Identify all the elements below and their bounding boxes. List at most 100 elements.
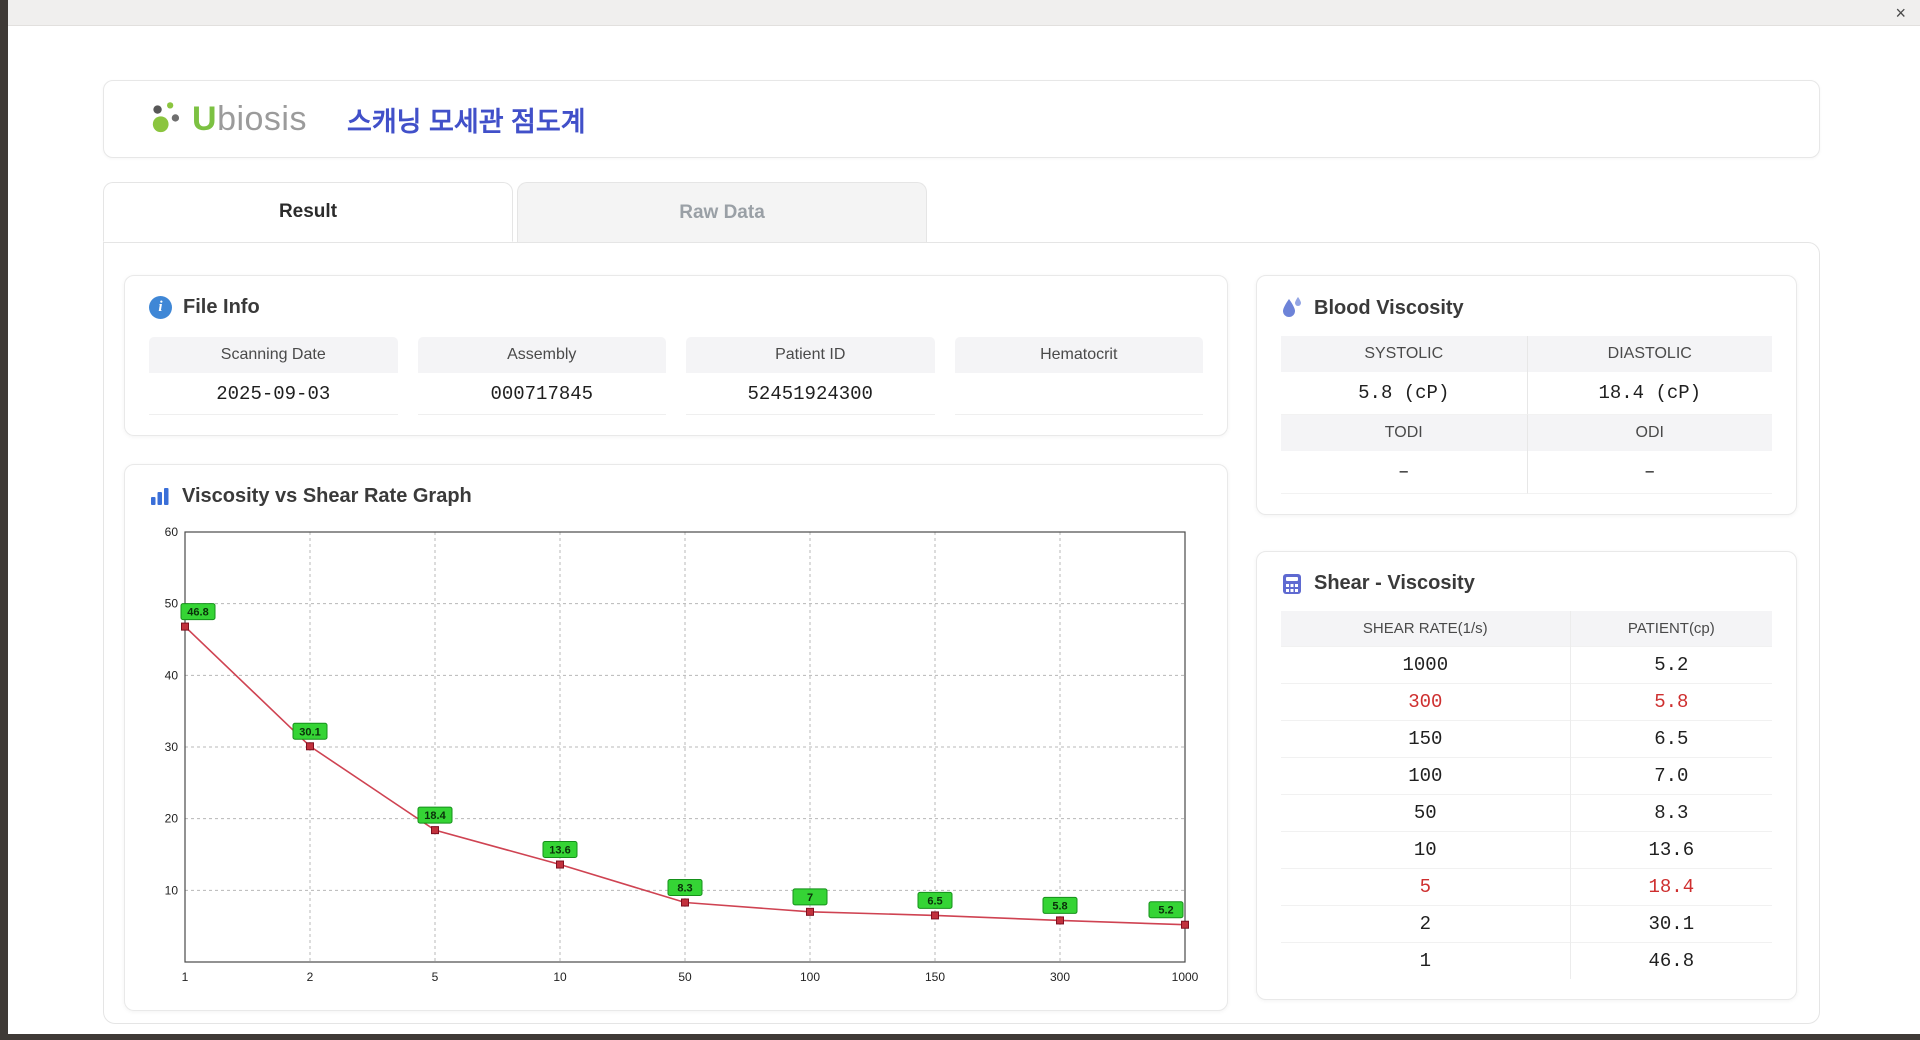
col-shear-rate: SHEAR RATE(1/s) [1281, 611, 1571, 647]
info-icon: i [149, 296, 172, 319]
ubiosis-logo: Ubiosis [146, 98, 307, 140]
bv-header-systolic: SYSTOLIC [1281, 336, 1527, 372]
y-tick-label: 20 [165, 812, 179, 826]
right-column: Blood Viscosity SYSTOLIC DIASTOLIC 5.8 (cP… [1256, 275, 1797, 1011]
field-label: Patient ID [686, 337, 935, 373]
point-label: 46.8 [187, 607, 208, 619]
close-icon[interactable]: × [1895, 4, 1906, 22]
chart-wrap: 10 20 30 40 50 60 1 2 5 10 50 100 150 300 1000 46.8 30.1… [149, 520, 1203, 990]
table-row: 5 18.4 [1281, 868, 1772, 906]
cell-shear-rate: 300 [1281, 683, 1571, 721]
y-tick-label: 10 [165, 883, 179, 897]
bv-header-todi: TODI [1281, 415, 1527, 451]
shear-viscosity-title: Shear - Viscosity [1314, 572, 1475, 594]
point-label: 8.3 [677, 883, 692, 895]
viscosity-graph-card: Viscosity vs Shear Rate Graph 10 20 30 40 50… [124, 464, 1228, 1011]
page-title: 스캐닝 모세관 점도계 [347, 106, 586, 137]
table-header-row: SHEAR RATE(1/s) PATIENT(cp) [1281, 611, 1772, 647]
y-tick-label: 50 [165, 597, 179, 611]
bv-header-diastolic: DIASTOLIC [1526, 336, 1772, 372]
file-info-field: Scanning Date 2025-09-03 [149, 337, 398, 415]
x-tick-label: 100 [800, 970, 820, 984]
graph-title-row: Viscosity vs Shear Rate Graph [149, 485, 1203, 508]
file-info-fields: Scanning Date 2025-09-03 Assembly 000717845… [149, 337, 1203, 415]
shear-viscosity-table: SHEAR RATE(1/s) PATIENT(cp) 1000 5.2 300 5.… [1281, 611, 1772, 979]
field-label: Hematocrit [954, 337, 1203, 373]
x-tick-label: 2 [307, 970, 314, 984]
tab-result[interactable]: Result [103, 182, 513, 242]
ubiosis-logo-icon [146, 98, 188, 140]
bv-value-systolic: 5.8 (cP) [1281, 372, 1527, 415]
app-window: × Ubiosis 스캐닝 모세관 점도계 Result Raw Data i … [8, 0, 1920, 1034]
droplet-icon [1281, 296, 1303, 320]
cell-shear-rate: 50 [1281, 794, 1571, 832]
x-tick-label: 1 [182, 970, 189, 984]
blood-viscosity-title: Blood Viscosity [1314, 296, 1464, 319]
cell-patient: 6.5 [1569, 720, 1772, 758]
cell-patient: 5.8 [1569, 683, 1772, 721]
point-label: 7 [807, 892, 813, 904]
point-label: 18.4 [424, 810, 446, 822]
graph-title: Viscosity vs Shear Rate Graph [182, 485, 472, 507]
data-point [681, 898, 689, 907]
table-row: 1 46.8 [1281, 942, 1772, 979]
table-row: 150 6.5 [1281, 720, 1772, 758]
cell-patient: 8.3 [1569, 794, 1772, 832]
cell-patient: 30.1 [1569, 905, 1772, 943]
left-column: i File Info Scanning Date 2025-09-03 Assem… [124, 275, 1228, 1011]
y-tick-label: 40 [165, 668, 179, 682]
cell-shear-rate: 1000 [1281, 646, 1571, 684]
file-info-title: File Info [183, 296, 260, 318]
y-tick-label: 30 [165, 740, 179, 754]
field-value [954, 373, 1203, 415]
logo-text: Ubiosis [192, 99, 307, 138]
field-value: 52451924300 [686, 373, 935, 415]
table-row: 300 5.8 [1281, 683, 1772, 721]
table-row: 10 13.6 [1281, 831, 1772, 869]
field-label: Assembly [417, 337, 666, 373]
table-row: 50 8.3 [1281, 794, 1772, 832]
bv-value-odi: – [1526, 451, 1772, 494]
bar-chart-icon [149, 486, 171, 508]
y-tick-label: 60 [165, 525, 179, 539]
file-info-field: Patient ID 52451924300 [686, 337, 935, 415]
cell-patient: 7.0 [1569, 757, 1772, 795]
table-row: 2 30.1 [1281, 905, 1772, 943]
data-point [181, 622, 189, 631]
calculator-icon [1281, 573, 1303, 595]
point-label: 5.2 [1158, 905, 1173, 917]
point-label: 6.5 [927, 895, 942, 907]
data-point [806, 907, 814, 916]
tab-bar: Result Raw Data [103, 182, 1820, 242]
tab-raw-data[interactable]: Raw Data [517, 182, 927, 242]
field-label: Scanning Date [149, 337, 398, 373]
x-tick-label: 10 [553, 970, 567, 984]
cell-shear-rate: 5 [1281, 868, 1571, 906]
result-panel: i File Info Scanning Date 2025-09-03 Assem… [103, 242, 1820, 1024]
cell-shear-rate: 150 [1281, 720, 1571, 758]
file-info-card: i File Info Scanning Date 2025-09-03 Assem… [124, 275, 1228, 436]
field-value: 000717845 [417, 373, 666, 415]
x-tick-label: 1000 [1172, 970, 1199, 984]
blood-viscosity-title-row: Blood Viscosity [1281, 296, 1772, 320]
data-point [1181, 920, 1189, 929]
cell-patient: 18.4 [1569, 868, 1772, 906]
col-patient: PATIENT(cp) [1569, 611, 1772, 647]
window-titlebar: × [8, 0, 1920, 26]
data-point [306, 742, 314, 751]
app-content: Ubiosis 스캐닝 모세관 점도계 Result Raw Data i Fi… [8, 26, 1920, 1034]
app-header: Ubiosis 스캐닝 모세관 점도계 [103, 80, 1820, 158]
shear-viscosity-card: Shear - Viscosity SHEAR RATE(1/s) PATIEN… [1256, 551, 1797, 1000]
file-info-field: Hematocrit [954, 337, 1203, 415]
cell-shear-rate: 1 [1281, 942, 1571, 979]
table-row: 1000 5.2 [1281, 646, 1772, 684]
cell-shear-rate: 100 [1281, 757, 1571, 795]
point-label: 30.1 [299, 726, 320, 738]
point-label: 5.8 [1052, 900, 1067, 912]
table-row: 100 7.0 [1281, 757, 1772, 795]
data-point [931, 911, 939, 920]
field-value: 2025-09-03 [149, 373, 398, 415]
data-point [431, 826, 439, 835]
data-point [1056, 916, 1064, 925]
shear-viscosity-title-row: Shear - Viscosity [1281, 572, 1772, 595]
